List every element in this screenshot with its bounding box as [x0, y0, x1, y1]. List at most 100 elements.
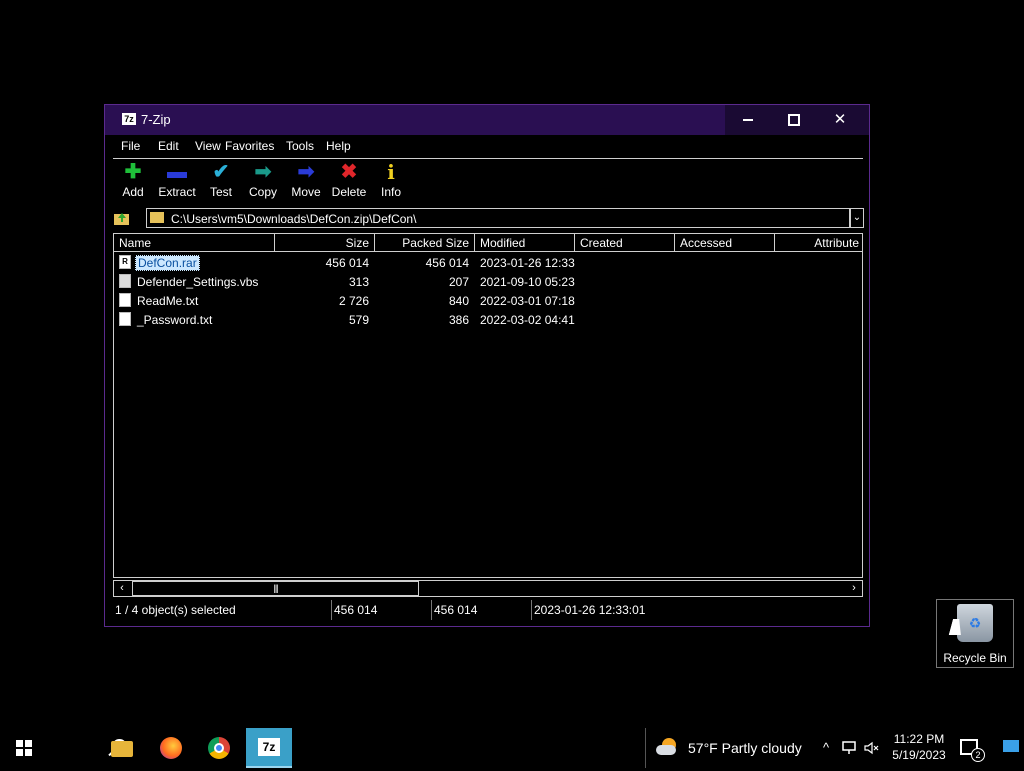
network-icon: [842, 741, 856, 754]
minimize-icon: [743, 119, 753, 122]
chevron-up-icon: ^: [822, 740, 830, 755]
file-size: 313: [348, 275, 369, 289]
weather-text: 57°F Partly cloudy: [688, 740, 802, 756]
file-name: _Password.txt: [137, 313, 213, 327]
table-row[interactable]: _Password.txt 579 386 2022-03-02 04:41: [114, 311, 862, 330]
scroll-right-button[interactable]: ›: [846, 581, 862, 596]
file-modified: 2021-09-10 05:23: [480, 275, 575, 289]
file-modified: 2023-01-26 12:33: [480, 256, 575, 270]
copy-button[interactable]: ➡ Copy: [241, 159, 285, 205]
status-packed-size: 456 014: [432, 600, 532, 620]
recycle-bin-shortcut[interactable]: ♻ Recycle Bin: [936, 599, 1014, 668]
network-button[interactable]: [838, 728, 860, 768]
move-label: Move: [291, 185, 321, 199]
column-header-accessed[interactable]: Accessed: [675, 234, 775, 252]
menu-edit[interactable]: Edit: [158, 139, 179, 153]
volume-button[interactable]: [861, 728, 883, 768]
show-desktop-button[interactable]: [1003, 740, 1019, 752]
menu-tools[interactable]: Tools: [286, 139, 314, 153]
horizontal-scrollbar[interactable]: ‹ ||| ›: [113, 580, 863, 597]
column-header-attributes[interactable]: Attribute: [775, 234, 862, 252]
test-button[interactable]: ✔ Test: [199, 159, 243, 205]
column-header-size[interactable]: Size: [275, 234, 375, 252]
extract-label: Extract: [158, 185, 196, 199]
file-size: 456 014: [325, 256, 369, 270]
file-packed-size: 840: [448, 294, 469, 308]
menu-view[interactable]: View: [195, 139, 221, 153]
scroll-left-button[interactable]: ‹: [114, 581, 130, 596]
windows-logo-icon: [16, 740, 32, 756]
status-modified: 2023-01-26 12:33:01: [534, 603, 646, 617]
move-icon: ➡: [297, 161, 315, 183]
column-header-name[interactable]: Name: [114, 234, 275, 252]
add-icon: ✚: [124, 161, 142, 183]
folder-icon: [111, 741, 133, 757]
folder-up-button[interactable]: [113, 210, 133, 228]
delete-label: Delete: [331, 185, 367, 199]
close-icon: ✕: [833, 111, 847, 128]
clock[interactable]: 11:22 PM 5/19/2023: [888, 731, 950, 763]
chrome-icon: [208, 737, 230, 759]
test-icon: ✔: [212, 161, 230, 183]
file-name: DefCon.rar: [135, 255, 200, 271]
volume-muted-icon: [864, 741, 879, 755]
show-hidden-icons-button[interactable]: ^: [815, 728, 837, 768]
table-row[interactable]: Defender_Settings.vbs 313 207 2021-09-10…: [114, 273, 862, 292]
start-button[interactable]: [0, 728, 48, 768]
add-button[interactable]: ✚ Add: [111, 159, 155, 205]
info-label: Info: [380, 185, 401, 199]
firefox-icon: [160, 737, 182, 759]
file-packed-size: 386: [448, 313, 469, 327]
file-modified: 2022-03-02 04:41: [480, 313, 575, 327]
scroll-thumb[interactable]: |||: [132, 581, 419, 596]
7zip-taskbar-icon: 7z: [258, 738, 280, 756]
move-button[interactable]: ➡ Move: [284, 159, 328, 205]
search-button[interactable]: [48, 728, 127, 768]
toolbar: ✚ Add ▬ Extract ✔ Test ➡ Copy ➡ Move ✖ D…: [113, 159, 863, 207]
file-name: ReadMe.txt: [137, 294, 199, 308]
address-input[interactable]: C:\Users\vm5\Downloads\DefCon.zip\DefCon…: [146, 208, 850, 228]
maximize-icon: [788, 114, 800, 127]
table-row[interactable]: R DefCon.rar 456 014 456 014 2023-01-26 …: [114, 254, 862, 273]
caption-buttons: ✕: [725, 105, 869, 135]
taskbar-7zip[interactable]: 7z: [246, 728, 292, 768]
file-modified: 2022-03-01 07:18: [480, 294, 575, 308]
copy-icon: ➡: [254, 161, 272, 183]
archive-folder-icon: [150, 212, 164, 223]
window-title: 7-Zip: [141, 112, 171, 127]
column-header-modified[interactable]: Modified: [475, 234, 575, 252]
file-packed-size: 207: [448, 275, 469, 289]
column-header-packed-size[interactable]: Packed Size: [375, 234, 475, 252]
folder-up-icon: [114, 213, 129, 225]
menu-help[interactable]: Help: [326, 139, 351, 153]
extract-button[interactable]: ▬ Extract: [155, 159, 199, 205]
weather-widget[interactable]: 57°F Partly cloudy: [645, 728, 814, 768]
partly-cloudy-icon: [656, 738, 678, 756]
address-dropdown-button[interactable]: ⌄: [850, 208, 864, 228]
clock-date: 5/19/2023: [892, 748, 946, 762]
taskbar: 7z 57°F Partly cloudy ^ 11:22 PM 5/19/20…: [0, 728, 1024, 768]
delete-icon: ✖: [340, 161, 358, 183]
script-file-icon: [119, 274, 131, 288]
file-list[interactable]: Name Size Packed Size Modified Created A…: [113, 233, 863, 578]
file-size: 579: [348, 313, 369, 327]
delete-button[interactable]: ✖ Delete: [327, 159, 371, 205]
add-label: Add: [122, 185, 144, 199]
7zip-app-icon: 7z: [122, 113, 136, 125]
rar-file-icon: R: [119, 255, 131, 269]
close-button[interactable]: ✕: [817, 105, 863, 135]
address-path: C:\Users\vm5\Downloads\DefCon.zip\DefCon…: [171, 212, 417, 226]
extract-icon: ▬: [167, 161, 187, 183]
chevron-down-icon: ⌄: [852, 212, 862, 223]
minimize-button[interactable]: [725, 105, 771, 135]
menu-favorites[interactable]: Favorites: [225, 139, 274, 153]
table-row[interactable]: ReadMe.txt 2 726 840 2022-03-01 07:18: [114, 292, 862, 311]
text-file-icon: [119, 293, 131, 307]
info-button[interactable]: i Info: [369, 159, 413, 205]
clock-time: 11:22 PM: [893, 732, 945, 746]
title-bar[interactable]: 7z 7-Zip ✕: [105, 105, 869, 135]
file-size: 2 726: [338, 294, 369, 308]
column-header-created[interactable]: Created: [575, 234, 675, 252]
menu-file[interactable]: File: [121, 139, 140, 153]
maximize-button[interactable]: [771, 105, 817, 135]
